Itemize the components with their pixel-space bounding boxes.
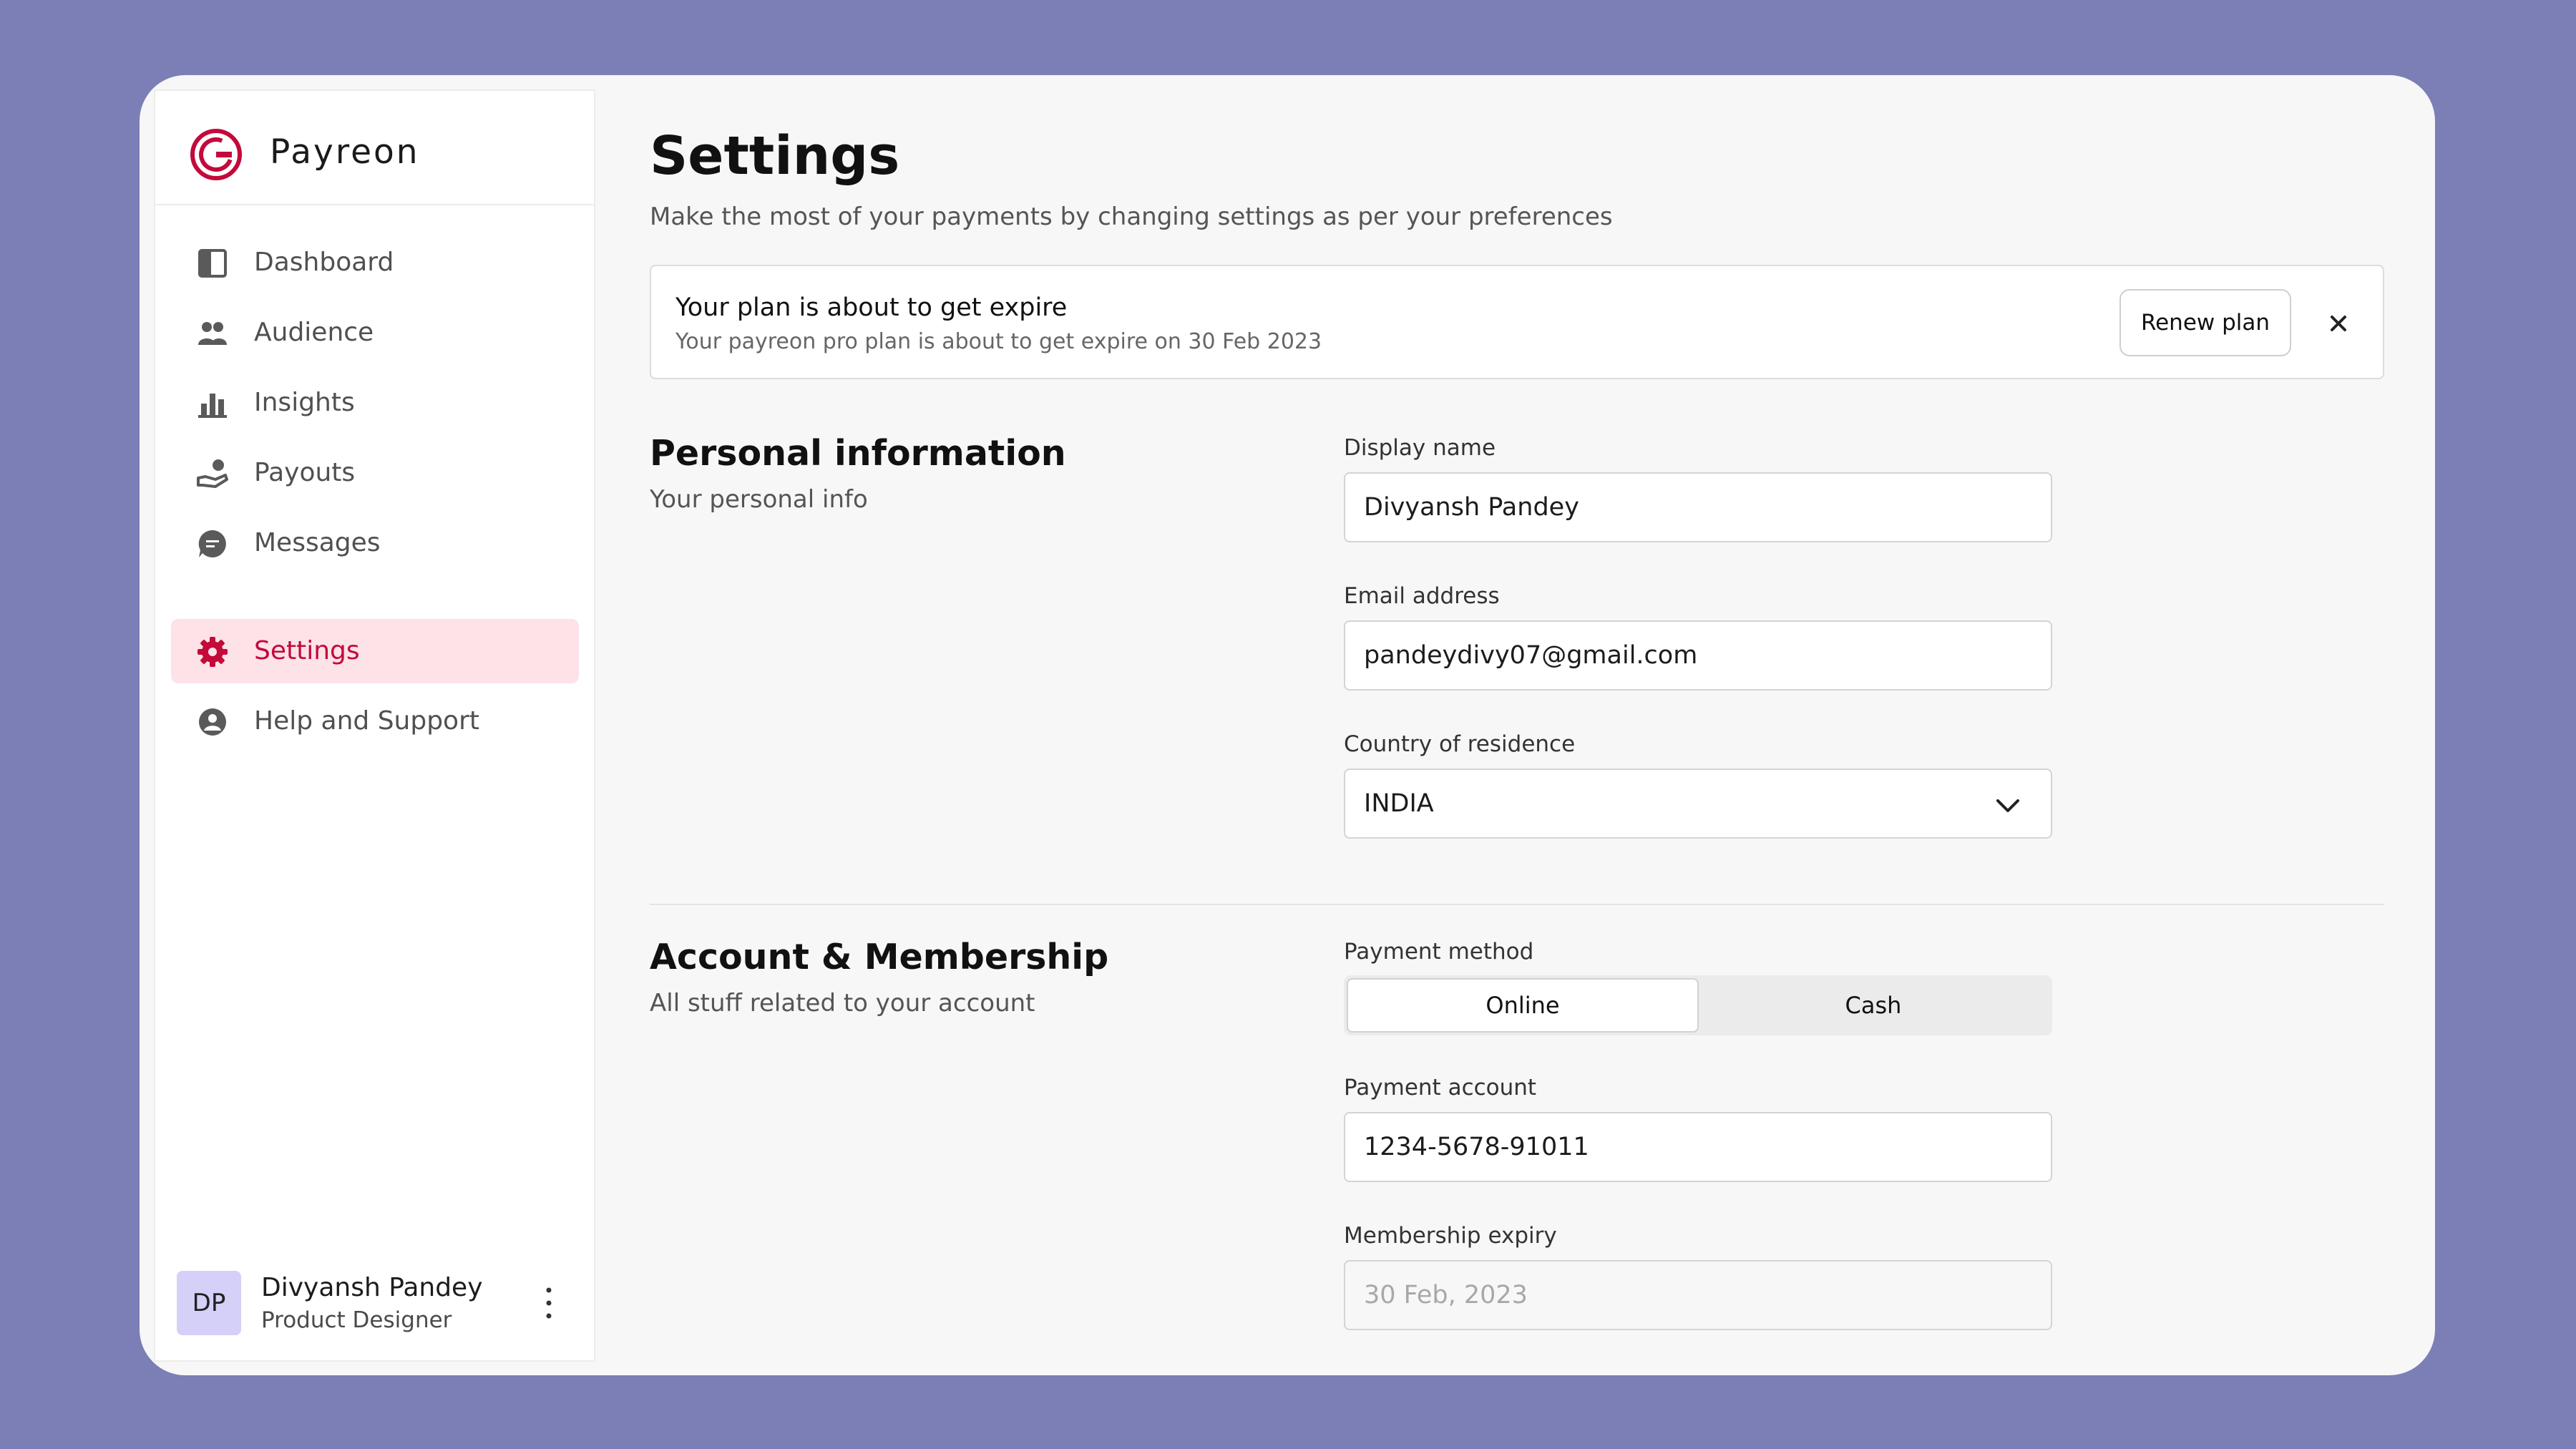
plan-expiry-banner: Your plan is about to get expire Your pa…	[650, 265, 2384, 379]
audience-icon	[198, 322, 227, 345]
country-select[interactable]: INDIA	[1344, 769, 2052, 839]
sidebar-item-audience[interactable]: Audience	[171, 301, 579, 365]
country-value: INDIA	[1364, 789, 1434, 818]
section-divider	[650, 904, 2384, 905]
sidebar-item-label: Dashboard	[254, 248, 394, 277]
sidebar-item-label: Help and Support	[254, 706, 479, 736]
payouts-icon	[197, 459, 228, 488]
payment-method-cash[interactable]: Cash	[1697, 978, 2049, 1033]
user-name: Divyansh Pandey	[261, 1273, 483, 1302]
account-membership-subtitle: All stuff related to your account	[650, 989, 1035, 1018]
country-label: Country of residence	[1344, 731, 1576, 757]
payreon-logo-icon	[190, 129, 242, 180]
payment-method-online[interactable]: Online	[1347, 978, 1699, 1033]
membership-expiry-label: Membership expiry	[1344, 1223, 1557, 1249]
sidebar-item-settings[interactable]: Settings	[171, 619, 579, 683]
user-profile[interactable]: DP Divyansh Pandey Product Designer	[155, 1253, 594, 1360]
help-icon	[199, 708, 226, 736]
sidebar-item-messages[interactable]: Messages	[171, 511, 579, 575]
chevron-down-icon	[1996, 799, 2019, 812]
dashboard-icon	[198, 249, 227, 278]
payment-account-label: Payment account	[1344, 1075, 1537, 1101]
email-field[interactable]: pandeydivy07@gmail.com	[1344, 620, 2052, 691]
avatar: DP	[177, 1271, 241, 1335]
payment-method-label: Payment method	[1344, 939, 1534, 965]
settings-main: Settings Make the most of your payments …	[650, 75, 2410, 1375]
page-title: Settings	[650, 125, 900, 187]
sidebar-item-payouts[interactable]: Payouts	[171, 441, 579, 505]
account-membership-title: Account & Membership	[650, 937, 1109, 977]
membership-expiry-field: 30 Feb, 2023	[1344, 1260, 2052, 1330]
brand-name: Payreon	[270, 132, 420, 172]
display-name-label: Display name	[1344, 435, 1496, 461]
user-role: Product Designer	[261, 1307, 452, 1333]
payment-account-field[interactable]: 1234-5678-91011	[1344, 1112, 2052, 1182]
display-name-field[interactable]: Divyansh Pandey	[1344, 472, 2052, 542]
sidebar-item-label: Settings	[254, 636, 360, 665]
page-subtitle: Make the most of your payments by changi…	[650, 203, 1613, 231]
banner-title: Your plan is about to get expire	[675, 293, 1068, 322]
app-window: Payreon Dashboard Audience Insights Payo…	[140, 75, 2435, 1375]
sidebar-item-label: Payouts	[254, 458, 356, 487]
sidebar-item-help-and-support[interactable]: Help and Support	[171, 689, 579, 753]
gear-icon	[197, 637, 228, 667]
more-options-icon[interactable]	[538, 1282, 560, 1324]
brand-header: Payreon	[155, 91, 594, 205]
sidebar-item-insights[interactable]: Insights	[171, 371, 579, 435]
sidebar: Payreon Dashboard Audience Insights Payo…	[154, 89, 595, 1362]
renew-plan-button[interactable]: Renew plan	[2119, 289, 2291, 356]
payment-method-toggle: Online Cash	[1344, 975, 2052, 1035]
banner-message: Your payreon pro plan is about to get ex…	[675, 329, 1322, 354]
sidebar-item-dashboard[interactable]: Dashboard	[171, 230, 579, 295]
sidebar-item-label: Audience	[254, 318, 374, 347]
personal-info-subtitle: Your personal info	[650, 485, 868, 514]
sidebar-item-label: Insights	[254, 388, 355, 417]
messages-icon	[198, 530, 226, 557]
personal-info-title: Personal information	[650, 433, 1066, 474]
email-label: Email address	[1344, 583, 1500, 609]
close-icon[interactable]	[2318, 303, 2358, 343]
sidebar-item-label: Messages	[254, 528, 381, 557]
insights-icon	[198, 394, 227, 418]
